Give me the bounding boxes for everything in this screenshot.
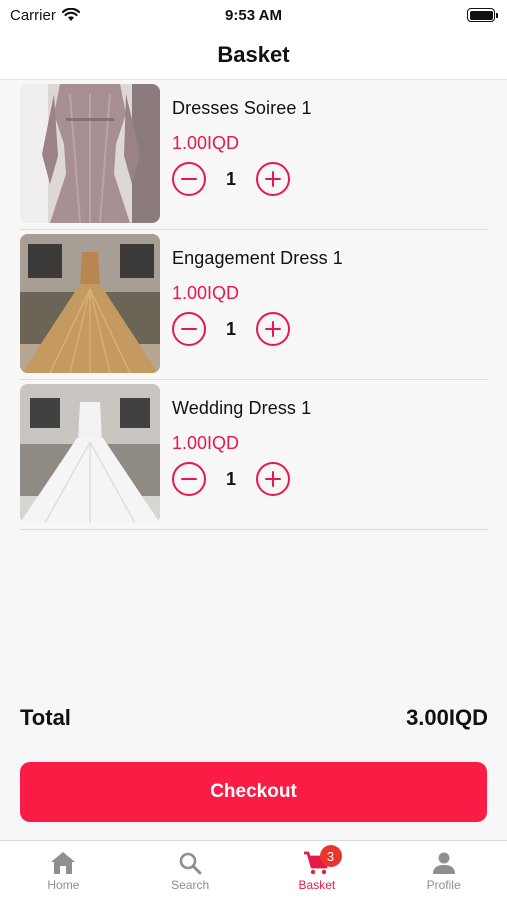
decrease-quantity-button[interactable] [172,462,206,496]
basket-item[interactable]: Engagement Dress 1 1.00IQD 1 [20,230,488,380]
battery-icon [467,8,498,22]
tab-basket[interactable]: 3 Basket [254,841,381,900]
quantity-stepper: 1 [172,312,343,346]
decrease-quantity-button[interactable] [172,162,206,196]
quantity-stepper: 1 [172,162,312,196]
quantity-value: 1 [225,468,236,489]
pink-sequin-dress-photo [20,84,160,223]
white-wedding-gown-photo [20,384,160,523]
increase-quantity-button[interactable] [256,462,290,496]
item-name: Wedding Dress 1 [172,398,312,418]
item-info: Dresses Soiree 1 1.00IQD 1 [172,84,312,196]
item-name: Engagement Dress 1 [172,248,343,268]
tab-label: Search [171,878,210,892]
tab-label: Home [47,878,80,892]
tab-profile[interactable]: Profile [380,841,507,900]
item-price: 1.00IQD [172,433,240,453]
home-icon [51,852,76,874]
tab-search[interactable]: Search [127,841,254,900]
wifi-icon [61,8,80,21]
cart-count-badge: 3 [319,845,342,867]
basket-list[interactable]: Dresses Soiree 1 1.00IQD 1 Engagement Dr… [20,80,488,530]
search-icon [179,852,202,875]
item-price: 1.00IQD [172,283,240,303]
person-icon [432,852,455,874]
increase-quantity-button[interactable] [256,162,290,196]
tab-label: Profile [426,878,461,892]
item-name: Dresses Soiree 1 [172,98,312,118]
total-value: 3.00IQD [406,705,488,730]
tab-bar: Home Search 3 Basket Profile [0,840,507,900]
quantity-stepper: 1 [172,462,311,496]
quantity-value: 1 [225,318,236,339]
quantity-value: 1 [225,168,236,189]
basket-item[interactable]: Wedding Dress 1 1.00IQD 1 [20,380,488,530]
status-bar: Carrier 9:53 AM [0,0,507,30]
item-info: Wedding Dress 1 1.00IQD 1 [172,384,311,496]
checkout-button[interactable]: Checkout [20,762,487,822]
carrier-label: Carrier [10,6,56,24]
tab-label: Basket [298,878,336,892]
gold-ball-gown-photo [20,234,160,373]
basket-item[interactable]: Dresses Soiree 1 1.00IQD 1 [20,80,488,230]
increase-quantity-button[interactable] [256,312,290,346]
status-left: Carrier [10,7,80,24]
item-info: Engagement Dress 1 1.00IQD 1 [172,234,343,346]
page-title: Basket [217,41,290,67]
tab-home[interactable]: Home [0,841,127,900]
navigation-bar: Basket [0,30,507,80]
total-row: Total 3.00IQD [20,705,488,731]
item-price: 1.00IQD [172,133,240,153]
total-label: Total [20,705,71,730]
decrease-quantity-button[interactable] [172,312,206,346]
